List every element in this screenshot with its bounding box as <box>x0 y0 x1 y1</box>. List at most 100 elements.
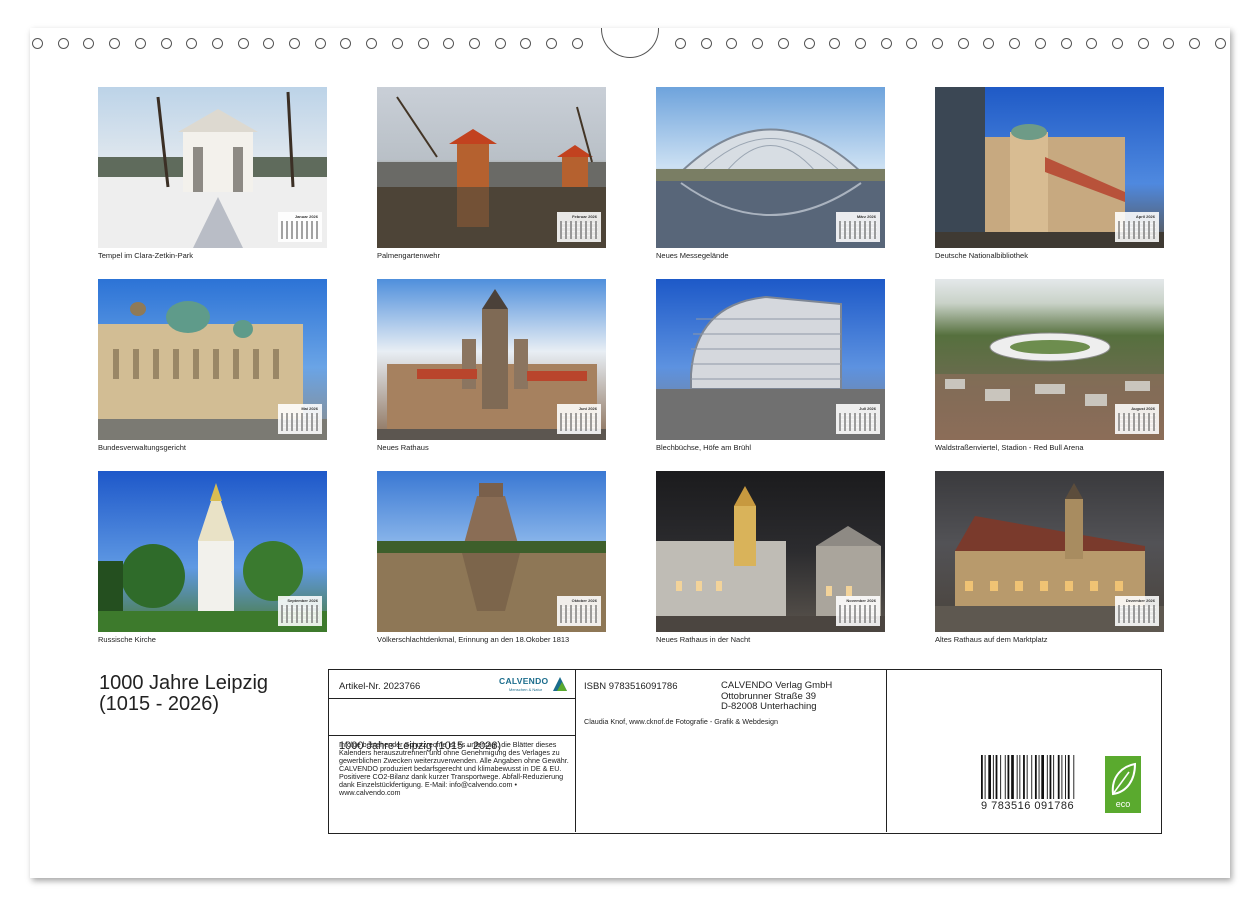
ean-barcode: 9 783516 091786 <box>981 755 1077 813</box>
legal-notice: Infolge bestehender Schutzrechte ist es … <box>339 740 569 797</box>
photo-card-february[interactable]: Februar 2026 Palmengartenwehr <box>377 87 606 260</box>
month-label: August 2026 <box>1131 406 1155 411</box>
month-calendar-march: März 2026 <box>836 212 880 242</box>
calvendo-logo: CALVENDO Menschen & Natur <box>497 674 569 694</box>
leaf-icon <box>1111 762 1137 796</box>
month-calendar-december: Dezember 2026 <box>1115 596 1159 626</box>
binding-ring <box>571 38 583 49</box>
logo-wordmark: CALVENDO <box>499 676 549 686</box>
photo-card-january[interactable]: Januar 2026 Tempel im Clara-Zetkin-Park <box>98 87 327 260</box>
photo-december: Dezember 2026 <box>935 471 1164 632</box>
binding-ring <box>237 38 249 49</box>
binding-ring <box>906 38 918 49</box>
photo-card-march[interactable]: März 2026 Neues Messegelände <box>656 87 885 260</box>
month-calendar-january: Januar 2026 <box>278 212 322 242</box>
binding-ring <box>880 38 892 49</box>
photo-march: März 2026 <box>656 87 885 248</box>
article-number: Artikel-Nr. 2023766 <box>339 681 421 692</box>
binding-ring <box>700 38 712 49</box>
isbn: ISBN 9783516091786 <box>584 681 678 692</box>
month-calendar-february: Februar 2026 <box>557 212 601 242</box>
binding-ring <box>32 38 43 49</box>
binding-ring <box>1086 38 1098 49</box>
month-label: Januar 2026 <box>294 214 318 219</box>
photo-june: Juni 2026 <box>377 279 606 440</box>
product-info-box: Artikel-Nr. 2023766 CALVENDO Menschen & … <box>328 669 1162 834</box>
photo-july: Juli 2026 <box>656 279 885 440</box>
photo-april: April 2026 <box>935 87 1164 248</box>
binding-ring <box>366 38 378 49</box>
article-row: Artikel-Nr. 2023766 CALVENDO Menschen & … <box>329 670 575 699</box>
barcode-bars <box>981 755 1075 799</box>
photo-february: Februar 2026 <box>377 87 606 248</box>
month-label: Juli 2026 <box>859 406 876 411</box>
hanger-notch <box>601 28 659 58</box>
binding-ring <box>1189 38 1200 49</box>
spiral-binding <box>30 28 1230 58</box>
photo-card-november[interactable]: November 2026 Neues Rathaus in der Nacht <box>656 471 885 644</box>
binding-ring <box>520 38 532 49</box>
binding-ring <box>340 38 352 49</box>
month-label: Februar 2026 <box>572 214 597 219</box>
binding-ring <box>803 38 815 49</box>
photo-caption: Blechbüchse, Höfe am Brühl <box>656 443 752 452</box>
month-label: April 2026 <box>1135 214 1155 219</box>
photo-september: September 2026 <box>98 471 327 632</box>
month-calendar-august: August 2026 <box>1115 404 1159 434</box>
calendar-back-page: Januar 2026 Tempel im Clara-Zetkin-Park … <box>30 28 1230 878</box>
photo-caption: Neues Rathaus in der Nacht <box>656 635 751 644</box>
binding-ring <box>1060 38 1072 49</box>
logo-tagline: Menschen & Natur <box>509 687 543 692</box>
info-column-barcode: 9 783516 091786 eco <box>886 670 1160 832</box>
month-calendar-october: Oktober 2026 <box>557 596 601 626</box>
binding-ring <box>391 38 403 49</box>
photo-card-september[interactable]: September 2026 Russische Kirche <box>98 471 327 644</box>
month-calendar-november: November 2026 <box>836 596 880 626</box>
photo-credits: Claudia Knof, www.cknof.de Fotografie - … <box>584 717 779 726</box>
binding-ring <box>1009 38 1021 49</box>
month-label: Juni 2026 <box>578 406 597 411</box>
binding-ring <box>546 38 557 49</box>
photo-card-july[interactable]: Juli 2026 Blechbüchse, Höfe am Brühl <box>656 279 885 452</box>
info-column-article: Artikel-Nr. 2023766 CALVENDO Menschen & … <box>329 670 576 832</box>
calendar-title: 1000 Jahre Leipzig (1015 - 2026) <box>99 672 269 715</box>
binding-ring <box>109 38 121 49</box>
month-label: Dezember 2026 <box>1125 598 1155 603</box>
photo-caption: Waldstraßenviertel, Stadion - Red Bull A… <box>935 443 1084 452</box>
photo-card-october[interactable]: Oktober 2026 Völkerschlachtdenkmal, Erin… <box>377 471 606 644</box>
month-calendar-june: Juni 2026 <box>557 404 601 434</box>
eco-label: eco <box>1115 799 1131 809</box>
binding-ring <box>443 38 455 49</box>
photo-card-august[interactable]: August 2026 Waldstraßenviertel, Stadion … <box>935 279 1164 452</box>
binding-ring <box>289 38 300 49</box>
photo-card-april[interactable]: April 2026 Deutsche Nationalbibliothek <box>935 87 1164 260</box>
month-label: November 2026 <box>846 598 876 603</box>
month-label: September 2026 <box>287 598 318 603</box>
binding-ring <box>468 38 480 49</box>
binding-ring <box>57 38 69 49</box>
month-calendar-july: Juli 2026 <box>836 404 880 434</box>
binding-ring <box>83 38 95 49</box>
photo-october: Oktober 2026 <box>377 471 606 632</box>
photo-caption: Bundesverwaltungsgericht <box>98 443 186 452</box>
binding-ring <box>1137 38 1149 49</box>
calvendo-mark-icon <box>553 677 567 691</box>
binding-ring <box>494 38 506 49</box>
photo-card-may[interactable]: Mai 2026 Bundesverwaltungsgericht <box>98 279 327 452</box>
publisher-address: CALVENDO Verlag GmbH Ottobrunner Straße … <box>721 680 833 712</box>
month-label: Oktober 2026 <box>571 598 597 603</box>
month-calendar-april: April 2026 <box>1115 212 1159 242</box>
month-label: März 2026 <box>856 214 876 219</box>
binding-ring <box>134 38 146 49</box>
binding-ring <box>983 38 995 49</box>
photo-caption: Neues Messegelände <box>656 251 729 260</box>
photo-card-june[interactable]: Juni 2026 Neues Rathaus <box>377 279 606 452</box>
binding-ring <box>932 38 943 49</box>
info-column-publisher: ISBN 9783516091786 CALVENDO Verlag GmbH … <box>575 670 887 832</box>
photo-card-december[interactable]: Dezember 2026 Altes Rathaus auf dem Mark… <box>935 471 1164 644</box>
binding-ring <box>726 38 738 49</box>
month-calendar-september: September 2026 <box>278 596 322 626</box>
binding-ring <box>417 38 429 49</box>
binding-ring <box>314 38 326 49</box>
photo-caption: Palmengartenwehr <box>377 251 440 260</box>
